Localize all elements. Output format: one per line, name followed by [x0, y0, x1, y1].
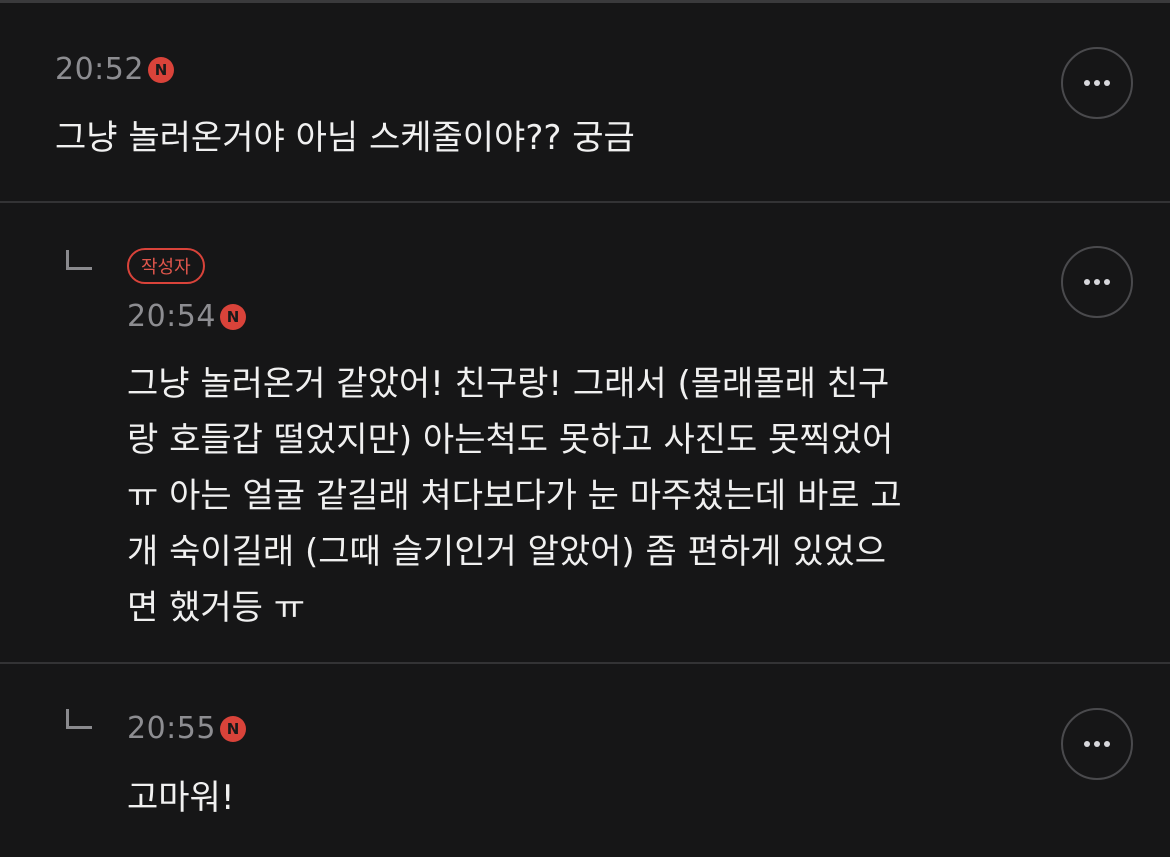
comment-text: 그냥 놀러온거야 아님 스케줄이야?? 궁금 [55, 118, 635, 158]
new-badge: N [219, 303, 246, 330]
author-badge: 작성자 [127, 248, 205, 284]
reply-comment-item: 작성자 20:54 N 그냥 놀러온거 같았어! 친구랑! 그래서 (몰래몰래 … [0, 203, 1170, 663]
more-options-button[interactable] [1061, 708, 1133, 780]
more-options-button[interactable] [1061, 246, 1133, 318]
comment-text: 고마워! [127, 778, 235, 818]
new-badge: N [219, 715, 246, 742]
comment-item: 20:52 N 그냥 놀러온거야 아님 스케줄이야?? 궁금 [0, 0, 1170, 201]
comment-text: 그냥 놀러온거 같았어! 친구랑! 그래서 (몰래몰래 친구 랑 호들갑 떨었지… [127, 364, 902, 628]
more-horizontal-icon [1084, 80, 1090, 86]
more-horizontal-icon [1084, 741, 1090, 747]
reply-arrow-icon [66, 709, 92, 729]
comment-meta: 20:52 N [55, 52, 174, 87]
comment-time: 20:52 [55, 52, 144, 87]
reply-comment-item: 20:55 N 고마워! [0, 664, 1170, 857]
more-horizontal-icon [1084, 279, 1090, 285]
comment-time: 20:54 [127, 299, 216, 334]
comment-meta: 20:55 N [127, 711, 246, 746]
comment-time: 20:55 [127, 711, 216, 746]
reply-arrow-icon [66, 250, 92, 270]
new-badge: N [147, 56, 174, 83]
comment-meta: 20:54 N [127, 299, 246, 334]
more-options-button[interactable] [1061, 47, 1133, 119]
